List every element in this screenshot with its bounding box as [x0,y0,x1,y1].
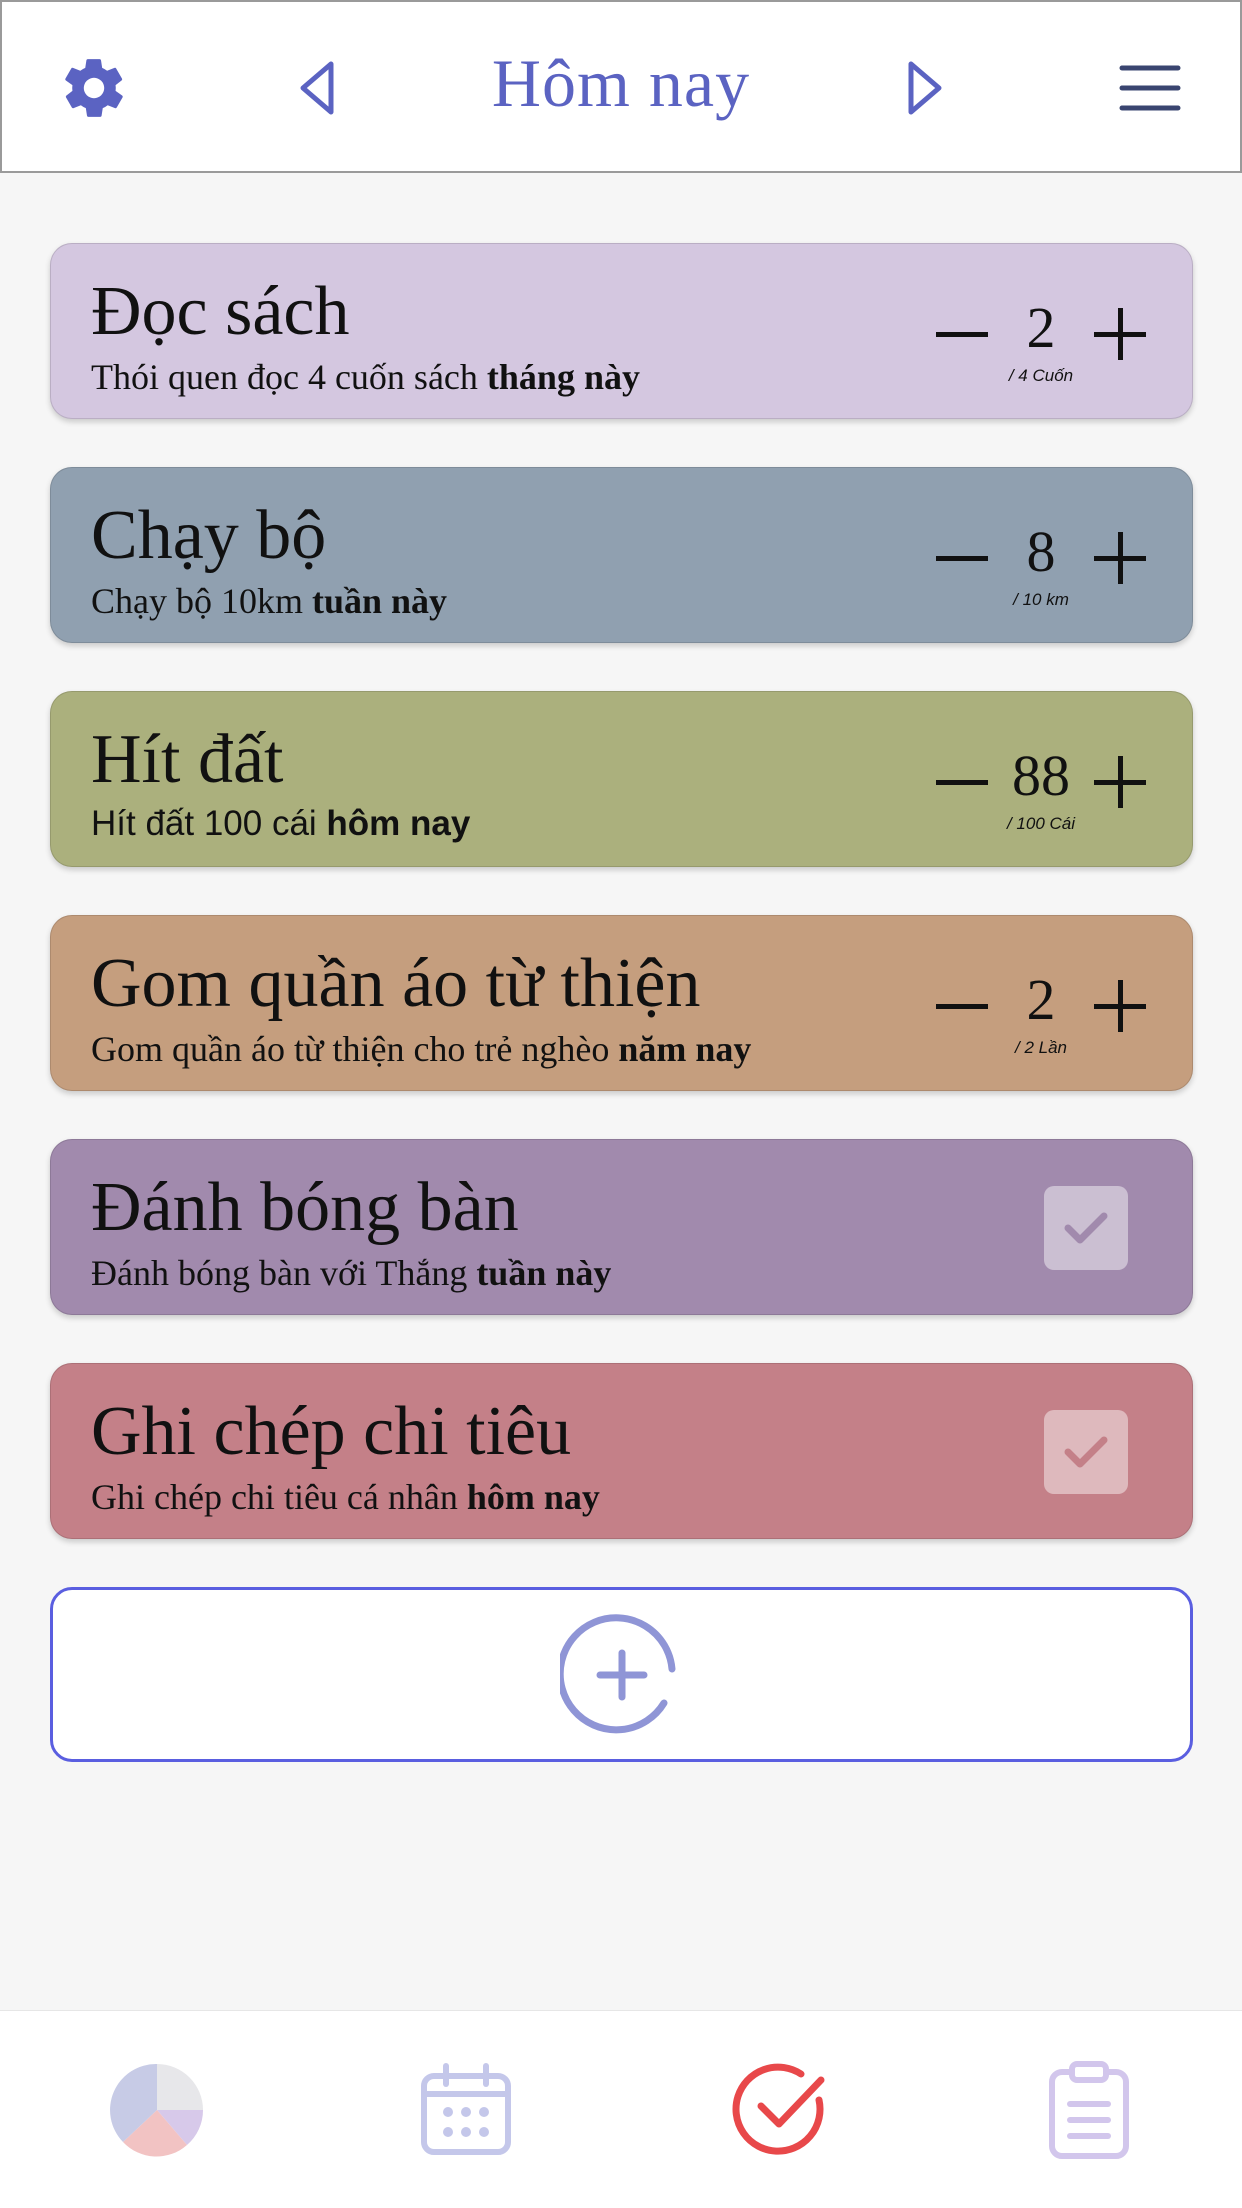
habit-counter: 8 / 10 km [936,518,1146,618]
increment-button[interactable] [1094,532,1146,584]
page-title: Hôm nay [491,45,751,121]
habit-title: Đánh bóng bàn [91,1169,519,1246]
habit-title: Hít đất [91,721,284,798]
habit-title: Chạy bộ [91,497,327,574]
habit-title: Gom quần áo từ thiện [91,945,701,1022]
habit-card-pushups[interactable]: Hít đất Hít đất 100 cái hôm nay 88 / 100… [50,691,1193,867]
counter-value: 8 [1026,519,1056,584]
habit-list: Đọc sách Thói quen đọc 4 cuốn sách tháng… [50,243,1193,1587]
habit-title: Ghi chép chi tiêu [91,1393,572,1470]
increment-button[interactable] [1094,980,1146,1032]
tab-calendar[interactable] [411,2055,521,2165]
counter-goal: / 10 km [1013,590,1069,609]
decrement-button[interactable] [936,556,988,561]
habit-counter: 2 / 2 Lần [936,966,1146,1066]
calendar-icon [421,2063,511,2155]
counter-goal: / 100 Cái [1006,814,1076,833]
tab-notes[interactable] [1034,2055,1144,2165]
counter-goal: / 4 Cuốn [1008,366,1074,385]
increment-button[interactable] [1094,756,1146,808]
habit-card-running[interactable]: Chạy bộ Chạy bộ 10km tuần này 8 / 10 km [50,467,1193,643]
habit-counter: 2 / 4 Cuốn [936,294,1146,394]
checkmark-icon [1064,1436,1108,1468]
habit-checkbox[interactable] [1044,1186,1128,1270]
habit-description: Thói quen đọc 4 cuốn sách tháng này [91,357,640,397]
counter-value: 88 [1012,743,1070,808]
habit-counter: 88 / 100 Cái [936,742,1146,842]
add-habit-button[interactable] [50,1587,1193,1762]
bottom-tab-bar [0,2010,1242,2208]
habit-card-table-tennis[interactable]: Đánh bóng bàn Đánh bóng bàn với Thắng tu… [50,1139,1193,1315]
habit-description: Ghi chép chi tiêu cá nhân hôm nay [91,1477,600,1517]
tab-statistics[interactable] [102,2055,212,2165]
decrement-button[interactable] [936,332,988,337]
decrement-button[interactable] [936,1004,988,1009]
habit-description: Hít đất 100 cái hôm nay [91,804,471,843]
hamburger-menu-icon[interactable] [1114,52,1186,124]
decrement-button[interactable] [936,780,988,785]
habit-card-reading[interactable]: Đọc sách Thói quen đọc 4 cuốn sách tháng… [50,243,1193,419]
habit-description: Chạy bộ 10km tuần này [91,581,448,621]
checkmark-icon [1064,1212,1108,1244]
top-header: Hôm nay [0,0,1242,173]
add-circle-icon [559,1613,675,1733]
chevron-right-icon[interactable] [888,52,960,124]
habit-title: Đọc sách [91,273,350,350]
habit-description: Đánh bóng bàn với Thắng tuần này [91,1253,612,1293]
clipboard-icon [1049,2061,1129,2159]
habit-description: Gom quần áo từ thiện cho trẻ nghèo năm n… [91,1029,752,1069]
habit-card-expenses[interactable]: Ghi chép chi tiêu Ghi chép chi tiêu cá n… [50,1363,1193,1539]
checkmark-icon [732,2063,825,2155]
counter-value: 2 [1026,295,1056,360]
pie-chart-icon [110,2063,204,2157]
counter-value: 2 [1026,967,1056,1032]
increment-button[interactable] [1094,308,1146,360]
habit-checkbox[interactable] [1044,1410,1128,1494]
counter-goal: / 2 Lần [1015,1038,1067,1057]
habit-card-charity[interactable]: Gom quần áo từ thiện Gom quần áo từ thiệ… [50,915,1193,1091]
tab-today[interactable] [726,2055,836,2165]
